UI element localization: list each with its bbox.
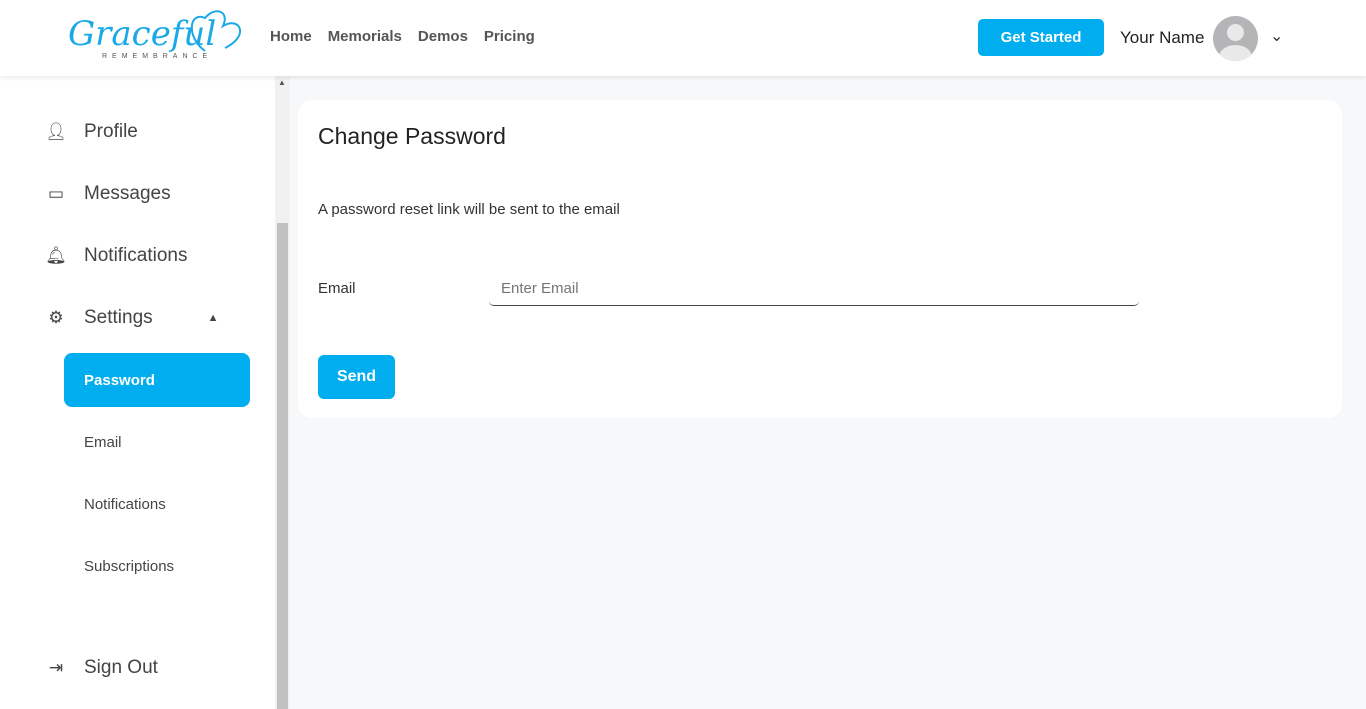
bell-icon: 🔔︎: [45, 246, 67, 265]
settings-subscriptions[interactable]: Subscriptions: [84, 558, 174, 575]
sign-out-button[interactable]: ⇥ Sign Out: [45, 657, 158, 679]
nav-memorials[interactable]: Memorials: [328, 28, 402, 45]
scroll-up-icon[interactable]: ▲: [278, 78, 286, 87]
sidebar-item-messages[interactable]: ▭ Messages: [45, 183, 171, 205]
nav-demos[interactable]: Demos: [418, 28, 468, 45]
user-name[interactable]: Your Name: [1120, 28, 1204, 48]
caret-up-icon: ▲: [207, 312, 219, 324]
main-nav: Home Memorials Demos Pricing: [270, 28, 535, 45]
chevron-down-icon[interactable]: ⌄: [1270, 26, 1283, 46]
sidebar-item-settings[interactable]: ⚙ Settings ▲: [45, 307, 219, 329]
nav-home[interactable]: Home: [270, 28, 312, 45]
page-title: Change Password: [318, 123, 506, 149]
sidebar: ✎Drafts 👤︎Profile ▭Messages 🔔︎Notificati…: [0, 0, 275, 709]
sign-out-icon: ⇥: [48, 658, 64, 677]
settings-email[interactable]: Email: [84, 434, 122, 451]
email-label: Email: [318, 280, 356, 297]
get-started-button[interactable]: Get Started: [978, 19, 1104, 56]
sidebar-item-notifications[interactable]: 🔔︎ Notifications: [45, 245, 187, 267]
header: Graceful REMEMBRANCE Home Memorials Demo…: [0, 0, 1366, 76]
email-input[interactable]: [489, 272, 1139, 306]
sidebar-scrollbar[interactable]: ▲: [275, 76, 290, 709]
gear-icon: ⚙: [48, 308, 64, 327]
description: A password reset link will be sent to th…: [318, 201, 620, 218]
message-icon: ▭: [47, 184, 65, 203]
send-button[interactable]: Send: [318, 355, 395, 399]
sidebar-item-profile[interactable]: 👤︎ Profile: [45, 121, 138, 143]
logo[interactable]: Graceful REMEMBRANCE: [60, 6, 250, 68]
settings-notifications[interactable]: Notifications: [84, 496, 166, 513]
change-password-card: Change Password A password reset link wi…: [298, 100, 1342, 418]
scrollbar-thumb[interactable]: [277, 223, 288, 709]
nav-pricing[interactable]: Pricing: [484, 28, 535, 45]
settings-password[interactable]: Password: [64, 353, 250, 407]
person-icon: 👤︎: [45, 122, 67, 141]
avatar[interactable]: [1213, 16, 1258, 61]
heart-logo-icon: [190, 10, 242, 52]
